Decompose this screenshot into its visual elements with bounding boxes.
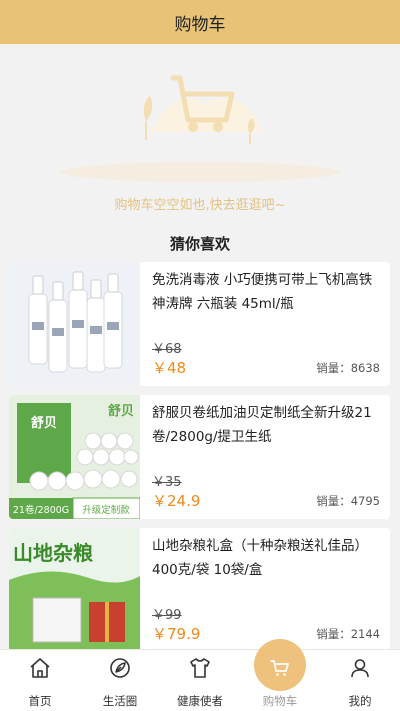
bottom-tab-bar: 首页 生活圈 健康使者 购物车 我的 — [0, 639, 400, 711]
grain-brand-text: 山地杂粮 — [13, 541, 93, 565]
home-icon — [30, 658, 50, 678]
product-sales: 销量：2144 — [316, 627, 380, 641]
tab-label: 生活圈 — [102, 694, 138, 708]
tab-home[interactable]: 首页 — [0, 650, 80, 711]
product-image-sanitizer — [9, 262, 140, 386]
empty-cart-illustration — [60, 75, 340, 182]
product-card[interactable]: 免洗消毒液 小巧便携可带上飞机高铁神涛牌 六瓶装 45ml/瓶 ￥68 ￥48 … — [9, 262, 390, 386]
tab-health[interactable]: 健康使者 — [160, 650, 240, 711]
shirt-icon — [190, 658, 210, 678]
cart-icon — [270, 660, 289, 676]
tab-label: 购物车 — [262, 694, 298, 708]
tissue-spec-text: 21卷/2800G — [13, 504, 69, 516]
product-image-grain-giftbox: 山地杂粮 — [9, 528, 140, 652]
product-sales: 销量：8638 — [316, 361, 380, 375]
tab-mine[interactable]: 我的 — [320, 650, 400, 711]
page-title: 购物车 — [174, 14, 226, 35]
product-card[interactable]: 山地杂粮 山地杂粮礼盒（十种杂粮送礼佳品）400克/袋 10袋/盒 ￥99 ￥7… — [9, 528, 390, 652]
product-name: 山地杂粮礼盒（十种杂粮送礼佳品）400克/袋 10袋/盒 — [152, 538, 368, 578]
tab-cart[interactable]: 购物车 — [240, 639, 320, 711]
tab-label: 健康使者 — [177, 694, 223, 708]
product-original-price: ￥68 — [152, 342, 182, 357]
empty-cart-message: 购物车空空如也,快去逛逛吧~ — [114, 198, 286, 213]
tissue-brand-text-2: 舒贝 — [108, 403, 134, 419]
tissue-upgrade-text: 升级定制款 — [82, 504, 130, 516]
life-circle-icon — [110, 658, 130, 678]
product-name: 免洗消毒液 小巧便携可带上飞机高铁神涛牌 六瓶装 45ml/瓶 — [152, 272, 373, 312]
product-card[interactable]: 舒贝 舒贝 21卷/2800G 升级定制款 舒服贝卷纸加油贝定制纸全新升级21卷… — [9, 395, 390, 519]
tab-life-circle[interactable]: 生活圈 — [80, 650, 160, 711]
product-price: ￥79.9 — [152, 625, 201, 643]
product-price: ￥24.9 — [152, 492, 201, 510]
product-sales: 销量：4795 — [316, 494, 380, 508]
tissue-brand-text: 舒贝 — [31, 415, 57, 431]
product-original-price: ￥35 — [152, 475, 182, 490]
header-bar: 购物车 — [0, 0, 400, 44]
user-icon — [351, 659, 369, 678]
product-original-price: ￥99 — [152, 608, 182, 623]
recommend-title: 猜你喜欢 — [169, 235, 230, 253]
product-name: 舒服贝卷纸加油贝定制纸全新升级21卷/2800g/提卫生纸 — [152, 405, 372, 445]
product-image-tissue: 舒贝 舒贝 21卷/2800G 升级定制款 — [9, 395, 140, 519]
product-price: ￥48 — [152, 359, 187, 377]
tab-label: 首页 — [28, 694, 52, 708]
tab-label: 我的 — [348, 694, 372, 708]
